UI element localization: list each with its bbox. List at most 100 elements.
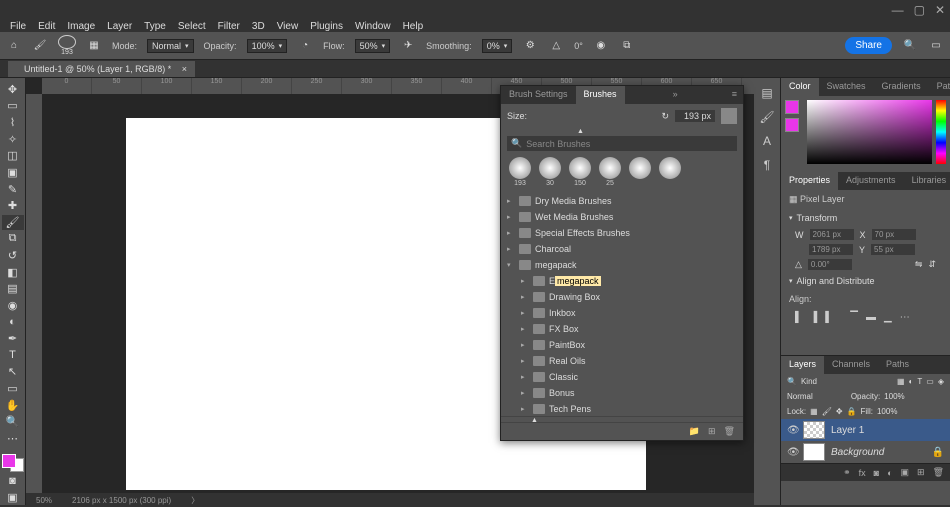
brush-folder[interactable]: ▸Inkbox [501, 305, 743, 321]
healing-tool[interactable]: ✚ [2, 198, 24, 213]
crop-tool[interactable]: ◫ [2, 149, 24, 164]
tab-adjustments[interactable]: Adjustments [838, 172, 904, 190]
brush-preset[interactable] [627, 157, 653, 187]
tab-brush-settings[interactable]: Brush Settings [501, 86, 576, 104]
tab-color[interactable]: Color [781, 78, 819, 96]
share-button[interactable]: Share [845, 37, 892, 54]
tab-properties[interactable]: Properties [781, 172, 838, 190]
brush-folder[interactable]: ▸Special Effects Brushes [501, 225, 743, 241]
tab-paths[interactable]: Paths [878, 356, 917, 374]
smoothing-select[interactable]: 0% [482, 39, 513, 53]
tab-libraries[interactable]: Libraries [904, 172, 950, 190]
search-brushes-input[interactable]: 🔍 Search Brushes [507, 136, 737, 151]
brush-folder[interactable]: ▸Drawing Box [501, 289, 743, 305]
brush-preset[interactable]: 150 [567, 157, 593, 187]
picker-bg-swatch[interactable] [785, 118, 799, 132]
pen-tool[interactable]: ✒ [2, 331, 24, 346]
align-left-icon[interactable]: ▌ [795, 312, 802, 323]
opacity-select[interactable]: 100% [247, 39, 288, 53]
adjustment-icon[interactable]: ◐ [887, 468, 892, 478]
layer-name[interactable]: Background [831, 447, 884, 458]
group-icon[interactable]: ▣ [901, 467, 910, 478]
lock-all-icon[interactable]: 🔒 [847, 407, 857, 416]
layer-fill-select[interactable]: 100% [877, 407, 944, 416]
airbrush-icon[interactable]: ✈ [400, 38, 416, 54]
home-icon[interactable]: ⌂ [6, 38, 22, 54]
rotation-input[interactable] [808, 259, 852, 270]
document-tab[interactable]: Untitled-1 @ 50% (Layer 1, RGB/8) * × [8, 61, 195, 77]
menu-view[interactable]: View [277, 21, 299, 32]
maximize-icon[interactable]: ▢ [914, 3, 925, 17]
tab-channels[interactable]: Channels [824, 356, 878, 374]
layer-blend-select[interactable]: Normal [787, 392, 847, 401]
hand-tool[interactable]: ✋ [2, 398, 24, 413]
flow-select[interactable]: 50% [355, 39, 391, 53]
mask-icon[interactable]: ◙ [874, 468, 879, 478]
brush-tool[interactable]: 🖌 [2, 215, 24, 230]
menu-plugins[interactable]: Plugins [310, 21, 343, 32]
new-brush-icon[interactable]: ⊞ [708, 426, 716, 437]
picker-fg-swatch[interactable] [785, 100, 799, 114]
menu-image[interactable]: Image [67, 21, 95, 32]
layer-name[interactable]: Layer 1 [831, 425, 864, 436]
layer-item[interactable]: 👁 Layer 1 [781, 419, 950, 441]
wand-tool[interactable]: ✧ [2, 132, 24, 147]
angle-icon[interactable]: △ [548, 38, 564, 54]
tab-swatches[interactable]: Swatches [819, 78, 874, 96]
blend-mode-select[interactable]: Normal [147, 39, 194, 53]
history-panel-icon[interactable]: ▤ [758, 84, 776, 102]
tab-patterns[interactable]: Patterns [929, 78, 950, 96]
fx-icon[interactable]: fx [859, 468, 866, 478]
distribute-icon[interactable]: ⋯ [900, 312, 910, 323]
shape-tool[interactable]: ▭ [2, 381, 24, 396]
transform-header[interactable]: Transform [781, 209, 950, 227]
menu-window[interactable]: Window [355, 21, 391, 32]
menu-type[interactable]: Type [144, 21, 166, 32]
filter-smart-icon[interactable]: ◈ [938, 377, 944, 386]
align-vcenter-icon[interactable]: ▬ [866, 312, 876, 323]
delete-brush-icon[interactable]: 🗑 [724, 426, 735, 437]
brush-folder[interactable]: ▸Bonus [501, 385, 743, 401]
visibility-icon[interactable]: 👁 [787, 447, 797, 458]
brush-preset[interactable]: 193 [507, 157, 533, 187]
menu-file[interactable]: File [10, 21, 26, 32]
menu-filter[interactable]: Filter [218, 21, 240, 32]
lock-trans-icon[interactable]: ▦ [810, 407, 818, 416]
move-tool[interactable]: ✥ [2, 82, 24, 97]
flip-icon[interactable]: ↻ [661, 111, 669, 122]
path-tool[interactable]: ↖ [2, 365, 24, 380]
zoom-readout[interactable]: 50% [36, 496, 52, 505]
new-folder-icon[interactable]: 📁 [689, 426, 700, 437]
tab-brushes[interactable]: Brushes [576, 86, 625, 104]
frame-tool[interactable]: ▣ [2, 165, 24, 180]
brush-folder[interactable]: ▸Wet Media Brushes [501, 209, 743, 225]
panel-menu-icon[interactable]: ≡ [726, 86, 743, 104]
gradient-tool[interactable]: ▤ [2, 282, 24, 297]
quickmask-tool[interactable]: ◙ [2, 474, 24, 489]
type-tool[interactable]: T [2, 348, 24, 363]
brush-preset[interactable]: 25 [597, 157, 623, 187]
char-panel-icon[interactable]: A [758, 132, 776, 150]
eyedropper-tool[interactable]: ✎ [2, 182, 24, 197]
brush-preview-icon[interactable] [58, 35, 76, 49]
brush-folder[interactable]: ▸PaintBox [501, 337, 743, 353]
menu-layer[interactable]: Layer [107, 21, 132, 32]
tab-gradients[interactable]: Gradients [874, 78, 929, 96]
brush-panel-icon[interactable]: 🖌 [758, 108, 776, 126]
align-header[interactable]: Align and Distribute [781, 272, 950, 290]
filter-adj-icon[interactable]: ◐ [909, 377, 914, 386]
fg-swatch[interactable] [2, 454, 16, 468]
visibility-icon[interactable]: 👁 [787, 425, 797, 436]
lock-paint-icon[interactable]: 🖌 [822, 407, 832, 416]
lock-pos-icon[interactable]: ✥ [836, 407, 843, 416]
lasso-tool[interactable]: ⌇ [2, 115, 24, 130]
menu-edit[interactable]: Edit [38, 21, 55, 32]
filter-type-icon[interactable]: T [917, 377, 922, 386]
layer-item[interactable]: 👁Background🔒 [781, 441, 950, 463]
align-right-icon[interactable]: ▌ [825, 312, 832, 323]
filter-pixel-icon[interactable]: ▦ [897, 377, 905, 386]
width-input[interactable] [810, 229, 854, 240]
pressure-opacity-icon[interactable]: ◔ [297, 38, 313, 54]
x-input[interactable] [872, 229, 916, 240]
screenmode-tool[interactable]: ▣ [2, 490, 24, 505]
